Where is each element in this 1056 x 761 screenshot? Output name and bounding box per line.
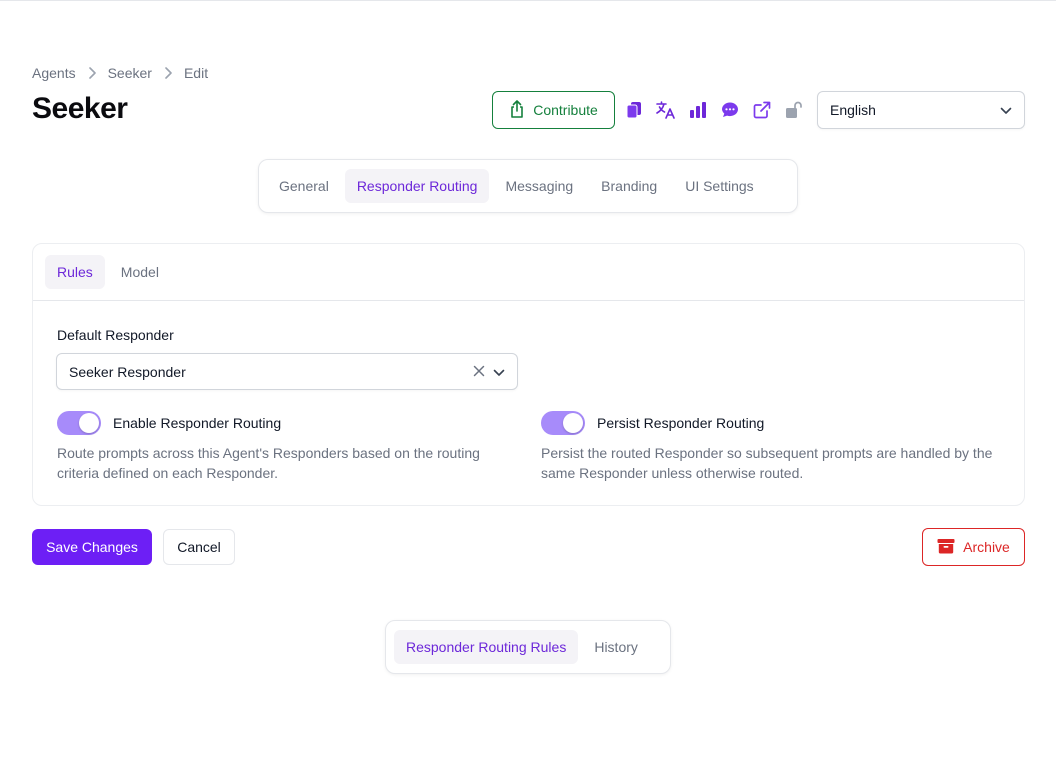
main-tab-bar: General Responder Routing Messaging Bran… [258,159,798,213]
tab-ui-settings[interactable]: UI Settings [673,169,765,203]
sub-tab-model[interactable]: Model [109,255,171,289]
tab-responder-routing-rules[interactable]: Responder Routing Rules [394,630,579,664]
routing-sub-tab-bar: Rules Model [33,244,1024,301]
tab-general[interactable]: General [267,169,341,203]
bottom-tab-bar: Responder Routing Rules History [385,620,671,674]
top-divider [0,0,1056,1]
sub-tab-rules[interactable]: Rules [45,255,105,289]
contribute-button[interactable]: Contribute [492,91,615,129]
tab-branding[interactable]: Branding [589,169,669,203]
tab-responder-routing[interactable]: Responder Routing [344,169,490,203]
tab-history[interactable]: History [582,630,650,664]
default-responder-value: Seeker Responder [69,363,186,380]
chevron-right-icon [158,65,178,81]
cancel-button[interactable]: Cancel [163,529,235,565]
enable-routing-description: Route prompts across this Agent's Respon… [57,445,480,481]
breadcrumb-seeker[interactable]: Seeker [108,65,152,81]
breadcrumb-agents[interactable]: Agents [32,65,76,81]
persist-routing-description: Persist the routed Responder so subseque… [541,445,993,481]
archive-button[interactable]: Archive [922,528,1025,566]
language-select[interactable]: English [817,91,1025,129]
external-link-icon[interactable] [752,99,772,121]
breadcrumb-edit: Edit [183,65,209,81]
tab-messaging[interactable]: Messaging [493,169,585,203]
chevron-down-icon [1000,102,1012,118]
toggle-knob [79,413,99,433]
save-changes-button[interactable]: Save Changes [32,529,152,565]
persist-routing-setting: Persist Responder Routing Persist the ro… [541,411,1001,483]
contribute-label: Contribute [533,102,598,118]
unlock-icon[interactable] [784,99,804,121]
enable-routing-toggle[interactable] [57,411,101,435]
bar-chart-icon[interactable] [688,99,708,121]
enable-routing-title: Enable Responder Routing [113,415,282,431]
breadcrumb: Agents Seeker Edit [32,65,208,81]
chevron-right-icon [82,65,102,81]
language-selected-value: English [830,102,876,118]
responder-routing-card: Rules Model Default Responder Seeker Res… [32,243,1025,506]
archive-box-icon [937,538,955,557]
chevron-down-icon [493,364,505,380]
default-responder-select[interactable]: Seeker Responder [56,353,518,390]
chat-bubble-icon[interactable] [720,99,740,121]
persist-routing-title: Persist Responder Routing [597,415,765,431]
toggle-knob [563,413,583,433]
enable-routing-setting: Enable Responder Routing Route prompts a… [57,411,517,483]
page-title: Seeker [32,92,128,125]
share-upload-icon [509,99,525,121]
documents-icon[interactable] [624,99,644,121]
default-responder-label: Default Responder [57,327,174,343]
translate-icon[interactable] [656,99,676,121]
header-icon-toolbar [624,99,804,121]
clear-icon[interactable] [473,364,485,380]
persist-routing-toggle[interactable] [541,411,585,435]
archive-label: Archive [963,539,1010,555]
